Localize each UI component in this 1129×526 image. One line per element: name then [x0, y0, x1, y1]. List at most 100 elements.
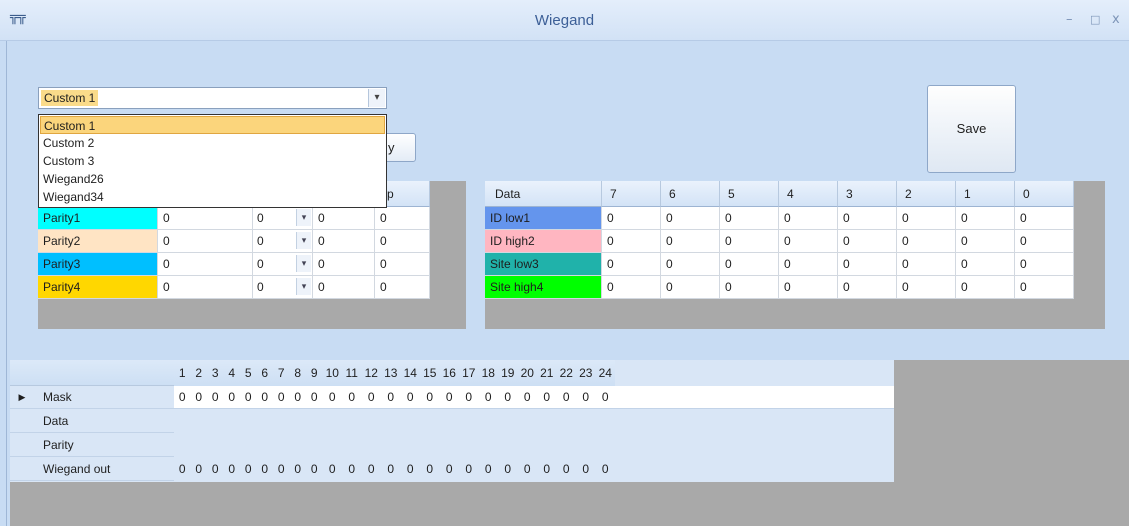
data-value-cell[interactable]: 0 [779, 230, 838, 253]
bit-value-cell[interactable]: 0 [240, 458, 257, 481]
bit-value-cell[interactable]: 0 [596, 458, 616, 481]
bit-column-header[interactable]: 13 [381, 360, 401, 386]
bit-column-header[interactable]: 17 [459, 360, 479, 386]
bit-column-header[interactable]: 12 [361, 360, 381, 386]
bit-value-cell[interactable]: 0 [401, 458, 421, 481]
bit-value-cell[interactable]: 0 [557, 458, 577, 481]
bit-column-header[interactable]: 7 [273, 360, 290, 386]
data-value-cell[interactable]: 0 [661, 230, 720, 253]
data-column-header[interactable]: 7 [602, 181, 661, 207]
bit-value-cell[interactable]: 0 [596, 386, 616, 409]
bit-value-cell[interactable]: 0 [557, 386, 577, 409]
bit-column-header[interactable]: 2 [190, 360, 207, 386]
bit-value-cell[interactable]: 0 [459, 386, 479, 409]
bit-value-cell[interactable]: 0 [342, 386, 362, 409]
bit-value-cell[interactable]: 0 [207, 386, 224, 409]
bit-value-cell[interactable]: 0 [191, 386, 208, 409]
bit-value-cell[interactable]: 0 [174, 386, 191, 409]
data-value-cell[interactable]: 0 [956, 253, 1015, 276]
chevron-down-icon[interactable]: ▾ [296, 232, 311, 249]
chevron-down-icon[interactable]: ▾ [368, 89, 385, 107]
data-column-header[interactable]: Data [485, 181, 602, 207]
parity-select-cell[interactable]: 0 ▾ [253, 207, 313, 230]
bit-column-header[interactable]: 9 [306, 360, 323, 386]
parity-value-cell[interactable]: 0 [158, 276, 253, 299]
data-value-cell[interactable]: 0 [838, 230, 897, 253]
data-value-cell[interactable]: 0 [602, 230, 661, 253]
bit-value-cell[interactable]: 0 [273, 386, 290, 409]
bit-value-cell[interactable]: 0 [537, 458, 557, 481]
bit-column-header[interactable]: 4 [223, 360, 240, 386]
parity-value-cell[interactable]: 0 [313, 253, 375, 276]
dropdown-option[interactable]: Wiegand34 [40, 188, 385, 206]
bit-value-cell[interactable]: 0 [498, 458, 518, 481]
bit-value-cell[interactable]: 0 [537, 386, 557, 409]
bit-value-cell[interactable]: 0 [224, 386, 241, 409]
data-value-cell[interactable]: 0 [1015, 276, 1074, 299]
bit-value-cell[interactable]: 0 [207, 458, 224, 481]
bit-value-cell[interactable]: 0 [479, 458, 499, 481]
data-column-header[interactable]: 4 [779, 181, 838, 207]
bit-value-cell[interactable]: 0 [290, 386, 307, 409]
bit-value-cell[interactable]: 0 [362, 458, 382, 481]
bit-column-header[interactable]: 15 [420, 360, 440, 386]
data-column-header[interactable]: 2 [897, 181, 956, 207]
bit-column-header[interactable]: 18 [478, 360, 498, 386]
bit-value-cell[interactable]: 0 [224, 458, 241, 481]
bit-value-cell[interactable]: 0 [401, 386, 421, 409]
bit-value-cell[interactable]: 0 [362, 386, 382, 409]
bit-column-header[interactable]: 23 [576, 360, 596, 386]
data-value-cell[interactable]: 0 [602, 207, 661, 230]
parity-value-cell[interactable]: 0 [313, 230, 375, 253]
bit-column-header[interactable]: 20 [517, 360, 537, 386]
bit-grid-row[interactable]: Wiegand out 0 0 0 0 0 0 0 0 0 0 0 0 0 0 0 0 0 0 0 0 0 0 0 0 [10, 458, 894, 481]
bit-value-cell[interactable]: 0 [440, 386, 460, 409]
close-icon[interactable]: x [1112, 12, 1120, 27]
format-combo-dropdown[interactable]: Custom 1 Custom 2 Custom 3 Wiegand26 Wiegand… [38, 114, 387, 208]
bit-value-cell[interactable]: 0 [440, 458, 460, 481]
bit-value-cell[interactable]: 0 [174, 458, 191, 481]
parity-value-cell[interactable]: 0 [313, 207, 375, 230]
bit-value-cell[interactable]: 0 [498, 386, 518, 409]
data-value-cell[interactable]: 0 [661, 207, 720, 230]
bit-value-cell[interactable]: 0 [576, 458, 596, 481]
data-column-header[interactable]: 1 [956, 181, 1015, 207]
data-value-cell[interactable]: 0 [1015, 253, 1074, 276]
data-value-cell[interactable]: 0 [956, 207, 1015, 230]
data-column-header[interactable]: 6 [661, 181, 720, 207]
bit-value-cell[interactable]: 0 [191, 458, 208, 481]
bit-column-header[interactable]: 1 [174, 360, 191, 386]
data-value-cell[interactable]: 0 [838, 276, 897, 299]
parity-value-cell[interactable]: 0 [158, 253, 253, 276]
parity-value-cell[interactable]: 0 [158, 230, 253, 253]
bit-column-header[interactable]: 14 [400, 360, 420, 386]
format-combo[interactable]: Custom 1 ▾ [38, 87, 387, 109]
bit-value-cell[interactable]: 0 [290, 458, 307, 481]
dropdown-option[interactable]: Custom 3 [40, 152, 385, 170]
parity-value-cell[interactable]: 0 [375, 230, 430, 253]
data-value-cell[interactable]: 0 [897, 276, 956, 299]
bit-column-header[interactable]: 21 [537, 360, 557, 386]
bit-column-header[interactable]: 8 [289, 360, 306, 386]
data-value-cell[interactable]: 0 [779, 207, 838, 230]
data-value-cell[interactable]: 0 [779, 253, 838, 276]
bit-column-header[interactable]: 11 [342, 360, 362, 386]
data-value-cell[interactable]: 0 [661, 276, 720, 299]
bit-value-cell[interactable]: 0 [306, 458, 323, 481]
bit-grid-row[interactable]: Data [10, 410, 894, 433]
dropdown-option[interactable]: Custom 1 [40, 116, 385, 134]
data-value-cell[interactable]: 0 [720, 207, 779, 230]
bit-value-cell[interactable]: 0 [323, 458, 343, 481]
bit-grid-row[interactable]: ▶ Mask 0 0 0 0 0 0 0 0 0 0 0 0 0 0 0 0 0 0 0 0 0 0 0 0 [10, 386, 894, 409]
bit-value-cell[interactable]: 0 [342, 458, 362, 481]
parity-value-cell[interactable]: 0 [158, 207, 253, 230]
parity-value-cell[interactable]: 0 [313, 276, 375, 299]
parity-select-cell[interactable]: 0 ▾ [253, 276, 313, 299]
data-value-cell[interactable]: 0 [897, 207, 956, 230]
data-value-cell[interactable]: 0 [720, 230, 779, 253]
maximize-icon[interactable]: □ [1090, 13, 1100, 26]
bit-value-cell[interactable]: 0 [420, 386, 440, 409]
parity-value-cell[interactable]: 0 [375, 276, 430, 299]
data-value-cell[interactable]: 0 [897, 230, 956, 253]
chevron-down-icon[interactable]: ▾ [296, 209, 311, 226]
